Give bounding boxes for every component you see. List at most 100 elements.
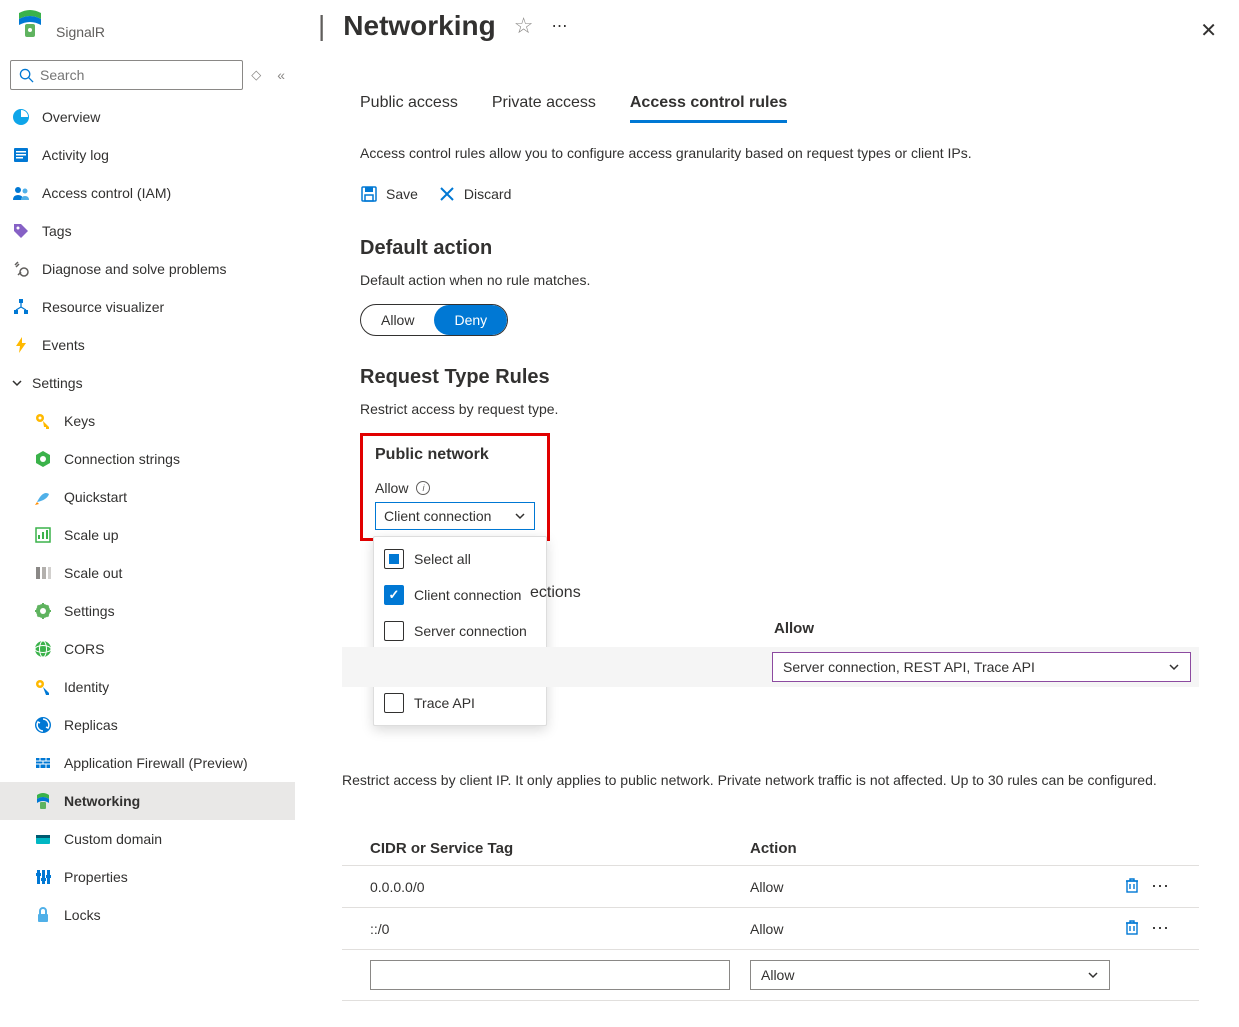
sidebar-item-tags[interactable]: Tags: [0, 212, 295, 250]
sidebar-item-events[interactable]: Events: [0, 326, 295, 364]
sidebar-item-replicas[interactable]: Replicas: [0, 706, 295, 744]
conn-strings-icon: [34, 450, 52, 468]
checkbox[interactable]: [384, 693, 404, 713]
sidebar-item-cors[interactable]: CORS: [0, 630, 295, 668]
private-endpoint-section: Allow Server connection, REST API, Trace…: [342, 620, 1199, 687]
gear-icon: [34, 602, 52, 620]
search-wrap: ◇ «: [0, 54, 295, 98]
chevron-down-icon: [514, 510, 526, 522]
tabs: Public access Private access Access cont…: [318, 94, 1221, 123]
cell-cidr: 0.0.0.0/0: [370, 879, 750, 895]
close-icon[interactable]: ✕: [1200, 18, 1217, 43]
title-separator: |: [318, 10, 325, 42]
th-action: Action: [750, 840, 1171, 857]
search-icon: [19, 68, 34, 83]
tab-private-access[interactable]: Private access: [492, 94, 596, 123]
sidebar-item-quickstart[interactable]: Quickstart: [0, 478, 295, 516]
checkbox-checked[interactable]: [384, 585, 404, 605]
delete-button[interactable]: [1123, 876, 1141, 897]
collapse-sidebar-icon[interactable]: «: [269, 67, 285, 83]
save-button[interactable]: Save: [360, 185, 418, 203]
sidebar-item-networking[interactable]: Networking: [0, 782, 295, 820]
title-row: | Networking ☆ ⋯: [318, 10, 1221, 42]
events-icon: [12, 336, 30, 354]
cell-action: Allow: [750, 921, 1123, 937]
sidebar-item-overview[interactable]: Overview: [0, 98, 295, 136]
sidebar: SignalR ◇ « Overview Activity log Access…: [0, 0, 295, 1027]
th-cidr: CIDR or Service Tag: [370, 840, 750, 857]
expand-icon[interactable]: ◇: [251, 67, 261, 83]
sidebar-item-keys[interactable]: Keys: [0, 402, 295, 440]
info-icon[interactable]: i: [416, 481, 430, 495]
firewall-icon: [34, 754, 52, 772]
cell-action: Allow: [750, 879, 1123, 895]
option-trace-api[interactable]: Trace API: [374, 685, 546, 721]
brand-name: SignalR: [56, 24, 105, 40]
sidebar-item-custom-domain[interactable]: Custom domain: [0, 820, 295, 858]
sidebar-item-diagnose[interactable]: Diagnose and solve problems: [0, 250, 295, 288]
row-more-icon[interactable]: ⋯: [1151, 876, 1171, 897]
table-row-new: Allow: [342, 950, 1199, 1001]
toggle-deny[interactable]: Deny: [434, 305, 507, 335]
option-select-all[interactable]: Select all: [374, 541, 546, 577]
iam-icon: [12, 184, 30, 202]
sidebar-item-activity-log[interactable]: Activity log: [0, 136, 295, 174]
default-action-toggle[interactable]: Allow Deny: [360, 304, 508, 336]
sidebar-item-scale-up[interactable]: Scale up: [0, 516, 295, 554]
sidebar-item-iam[interactable]: Access control (IAM): [0, 174, 295, 212]
activity-log-icon: [12, 146, 30, 164]
checkbox-indeterminate[interactable]: [384, 549, 404, 569]
cidr-input[interactable]: [370, 960, 730, 990]
tab-access-control-rules[interactable]: Access control rules: [630, 94, 787, 123]
properties-icon: [34, 868, 52, 886]
page-title: Networking: [343, 10, 495, 42]
sidebar-item-resource-viz[interactable]: Resource visualizer: [0, 288, 295, 326]
pe-row: Server connection, REST API, Trace API: [342, 647, 1199, 687]
table-row: 0.0.0.0/0 Allow ⋯: [342, 866, 1199, 908]
public-network-heading: Public network: [375, 446, 535, 464]
signalr-icon: [16, 10, 44, 40]
pe-allow-header: Allow: [774, 620, 1199, 637]
sidebar-item-properties[interactable]: Properties: [0, 858, 295, 896]
cell-cidr: ::/0: [370, 921, 750, 937]
sidebar-item-locks[interactable]: Locks: [0, 896, 295, 934]
public-network-highlight: Public network Allow i Client connection…: [360, 433, 550, 541]
ip-rules-desc: Restrict access by client IP. It only ap…: [342, 770, 1199, 791]
more-menu-icon[interactable]: ⋯: [551, 16, 569, 36]
acr-description: Access control rules allow you to config…: [360, 145, 1179, 161]
search-input[interactable]: [34, 67, 234, 83]
toggle-allow[interactable]: Allow: [361, 305, 434, 335]
main: | Networking ☆ ⋯ ✕ Public access Private…: [300, 0, 1239, 541]
chevron-down-icon: [1168, 661, 1180, 673]
sidebar-item-appfw[interactable]: Application Firewall (Preview): [0, 744, 295, 782]
cors-icon: [34, 640, 52, 658]
search-box[interactable]: [10, 60, 243, 90]
lock-icon: [34, 906, 52, 924]
pe-allow-dropdown[interactable]: Server connection, REST API, Trace API: [772, 652, 1191, 682]
sidebar-item-scale-out[interactable]: Scale out: [0, 554, 295, 592]
option-client-connection[interactable]: Client connection: [374, 577, 546, 613]
discard-button[interactable]: Discard: [438, 185, 511, 203]
favorite-star-icon[interactable]: ☆: [514, 13, 534, 39]
table-header: CIDR or Service Tag Action: [342, 832, 1199, 866]
sidebar-group-settings[interactable]: Settings: [0, 364, 295, 402]
identity-icon: [34, 678, 52, 696]
request-type-rules-heading: Request Type Rules: [360, 366, 1179, 389]
sidebar-item-conn-strings[interactable]: Connection strings: [0, 440, 295, 478]
custom-domain-icon: [34, 830, 52, 848]
nav-scroll[interactable]: Overview Activity log Access control (IA…: [0, 98, 295, 1018]
quickstart-icon: [34, 488, 52, 506]
action-bar: Save Discard: [360, 185, 1179, 203]
tab-public-access[interactable]: Public access: [360, 94, 458, 123]
sidebar-item-settings[interactable]: Settings: [0, 592, 295, 630]
action-select[interactable]: Allow: [750, 960, 1110, 990]
chevron-down-icon: [10, 376, 24, 390]
chevron-down-icon: [1087, 969, 1099, 981]
keys-icon: [34, 412, 52, 430]
delete-button[interactable]: [1123, 918, 1141, 939]
row-more-icon[interactable]: ⋯: [1151, 918, 1171, 939]
sidebar-item-identity[interactable]: Identity: [0, 668, 295, 706]
allow-dropdown[interactable]: Client connection: [375, 502, 535, 530]
brand-row: SignalR: [0, 0, 295, 54]
table-row: ::/0 Allow ⋯: [342, 908, 1199, 950]
